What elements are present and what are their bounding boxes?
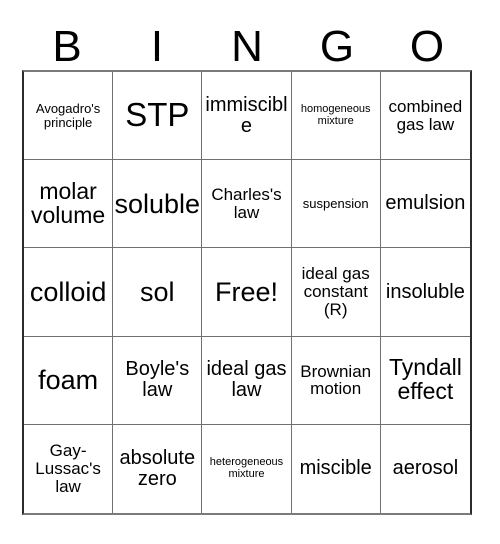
- bingo-cell[interactable]: combined gas law: [380, 72, 470, 161]
- bingo-cell-label: sol: [140, 276, 175, 307]
- bingo-cell-label: Avogadro's principle: [35, 101, 101, 130]
- bingo-cell[interactable]: Tyndall effect: [380, 336, 470, 425]
- bingo-cell[interactable]: absolute zero: [113, 424, 203, 513]
- bingo-cell-label: heterogeneous mixture: [209, 456, 284, 480]
- bingo-cell-free[interactable]: Free!: [202, 248, 292, 337]
- header-letter-i: I: [150, 22, 164, 71]
- bingo-cell[interactable]: foam: [24, 336, 114, 425]
- bingo-cell-label: suspension: [302, 196, 369, 212]
- bingo-cell[interactable]: ideal gas constant (R): [291, 248, 381, 337]
- bingo-cell[interactable]: immiscible: [202, 72, 292, 161]
- bingo-cell-label: miscible: [299, 457, 372, 480]
- bingo-cell-label: insoluble: [385, 280, 465, 303]
- bingo-cell[interactable]: aerosol: [380, 424, 470, 513]
- bingo-cell[interactable]: heterogeneous mixture: [202, 424, 292, 513]
- bingo-cell-label: homogeneous mixture: [300, 103, 371, 127]
- bingo-cell-label: ideal gas law: [206, 358, 287, 402]
- bingo-cell-label: Tyndall effect: [388, 354, 462, 405]
- bingo-header: B I N G O: [22, 14, 472, 70]
- bingo-cell-label: STP: [125, 96, 190, 134]
- bingo-cell[interactable]: Gay-Lussac's law: [24, 424, 114, 513]
- bingo-cell-label: combined gas law: [388, 96, 463, 134]
- bingo-cell[interactable]: suspension: [291, 160, 381, 249]
- header-letter-g: G: [319, 22, 355, 71]
- bingo-cell-label: Brownian motion: [300, 361, 372, 399]
- bingo-cell-label: colloid: [29, 276, 107, 307]
- bingo-cell[interactable]: insoluble: [380, 248, 470, 337]
- bingo-cell-label: ideal gas constant (R): [301, 264, 370, 319]
- bingo-cell[interactable]: soluble: [113, 160, 203, 249]
- bingo-cell-label: emulsion: [385, 192, 466, 215]
- bingo-cell[interactable]: emulsion: [380, 160, 470, 249]
- bingo-cell[interactable]: Boyle's law: [113, 336, 203, 425]
- bingo-free-label: Free!: [214, 276, 278, 307]
- bingo-cell-label: immiscible: [205, 93, 288, 137]
- bingo-cell-label: Boyle's law: [125, 358, 190, 402]
- header-letter-n: N: [231, 22, 263, 71]
- header-letter-b: B: [52, 22, 82, 71]
- bingo-cell[interactable]: miscible: [291, 424, 381, 513]
- bingo-cell-label: aerosol: [392, 457, 459, 480]
- bingo-grid: Avogadro's principle STP immiscible homo…: [22, 70, 472, 515]
- bingo-cell[interactable]: homogeneous mixture: [291, 72, 381, 161]
- bingo-cell-label: soluble: [114, 188, 201, 219]
- bingo-cell[interactable]: STP: [113, 72, 203, 161]
- bingo-cell-label: Gay-Lussac's law: [35, 441, 101, 496]
- bingo-card: B I N G O Avogadro's principle STP immis…: [0, 0, 500, 544]
- bingo-cell[interactable]: sol: [113, 248, 203, 337]
- header-letter-o: O: [409, 22, 445, 71]
- bingo-cell[interactable]: molar volume: [24, 160, 114, 249]
- bingo-cell[interactable]: colloid: [24, 248, 114, 337]
- bingo-cell-label: foam: [38, 365, 99, 396]
- bingo-cell-label: Charles's law: [211, 185, 282, 222]
- bingo-cell[interactable]: ideal gas law: [202, 336, 292, 425]
- bingo-cell-label: absolute zero: [119, 447, 196, 490]
- bingo-cell[interactable]: Avogadro's principle: [24, 72, 114, 161]
- bingo-cell[interactable]: Brownian motion: [291, 336, 381, 425]
- bingo-cell[interactable]: Charles's law: [202, 160, 292, 249]
- bingo-cell-label: molar volume: [31, 177, 106, 228]
